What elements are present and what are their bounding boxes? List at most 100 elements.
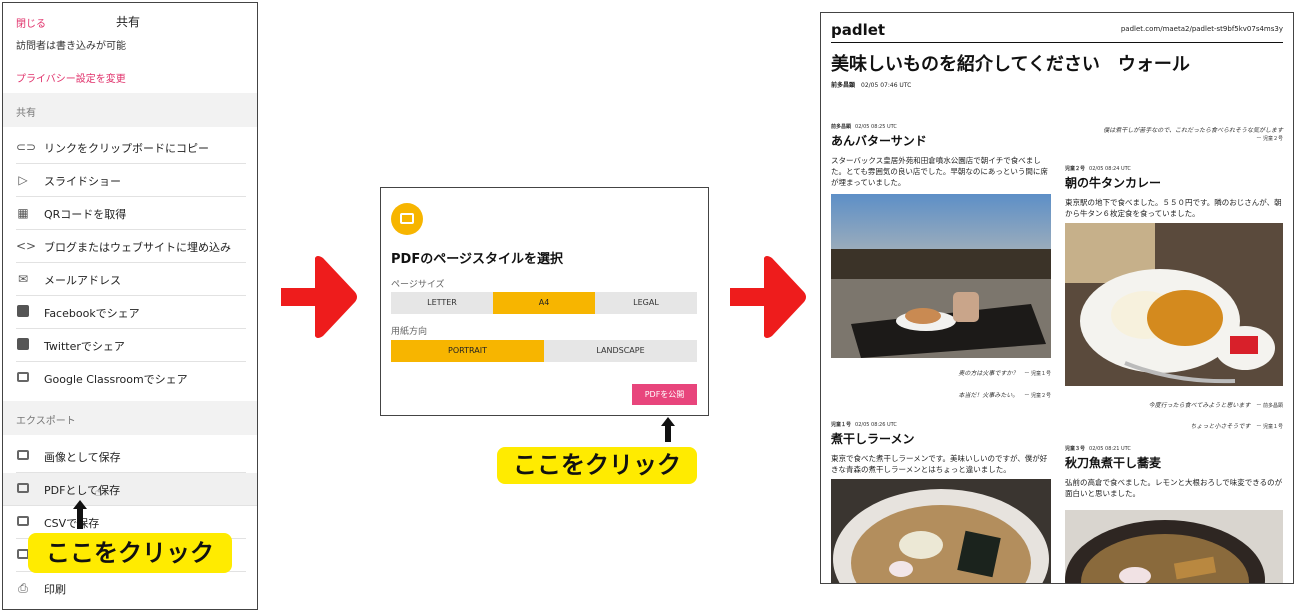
page-size-a4[interactable]: A4	[493, 292, 595, 314]
share-item-embed[interactable]: <> ブログまたはウェブサイトに埋め込み	[16, 230, 246, 263]
share-item-twitter[interactable]: Twitterでシェア	[16, 329, 246, 362]
export-item-label: PDFとして保存	[44, 484, 121, 497]
post-card: 前多昌顕 02/05 08:25 UTC あんバターサンド スターバックス皇居外苑…	[831, 123, 1051, 188]
share-item-label: スライドショー	[44, 175, 121, 188]
orientation-portrait[interactable]: PORTRAIT	[391, 340, 544, 362]
visitor-permission-text: 訪問者は書き込みが可能	[16, 41, 126, 52]
orientation-label: 用紙方向	[391, 327, 428, 337]
post-comment: 奥の方は火事ですか？ ー 児童１号	[958, 368, 1051, 377]
post-photo	[831, 479, 1051, 583]
wall-author: 前多昌顕	[831, 82, 856, 89]
comment-text: ちょっと小さそうです	[1190, 423, 1251, 430]
wall-meta: 前多昌顕 02/05 07:46 UTC	[831, 80, 911, 89]
post-body: 東京駅の地下で食べました。５５０円です。隣のおじさんが、朝から牛タン６枚定食を食…	[1065, 198, 1282, 218]
share-header: 閉じる 共有	[3, 3, 257, 41]
share-panel: 閉じる 共有 訪問者は書き込みが可能 プライバシー設定を変更 共有 ⊂⊃ リンク…	[2, 2, 258, 610]
post-title: 煮干しラーメン	[831, 432, 915, 446]
share-item-label: ブログまたはウェブサイトに埋め込み	[44, 241, 231, 254]
padlet-logo: padlet	[831, 21, 886, 39]
page-size-letter[interactable]: LETTER	[391, 292, 493, 314]
publish-pdf-button[interactable]: PDFを公開	[632, 384, 697, 405]
share-item-qr-code[interactable]: ▦ QRコードを取得	[16, 197, 246, 230]
callout-left-arrow-stem	[77, 509, 83, 529]
close-button[interactable]: 閉じる	[16, 15, 46, 30]
play-icon: ▷	[18, 173, 28, 187]
pdf-style-dialog: PDFのページスタイルを選択 ページサイズ LETTER A4 LEGAL 用紙…	[380, 187, 709, 416]
csv-export-icon	[16, 515, 30, 529]
page-size-selector: LETTER A4 LEGAL	[391, 292, 697, 314]
export-item-label: CSVで保存	[44, 517, 100, 530]
curry-photo	[1065, 223, 1283, 386]
post-photo	[831, 194, 1051, 358]
print-icon: ⎙	[18, 581, 28, 595]
post-time: 02/05 08:26 UTC	[855, 422, 897, 428]
comment-author: ー 児童１号	[1024, 371, 1051, 377]
soba-photo	[1065, 510, 1283, 583]
comment-text: 本当だ！火事みたい。	[958, 392, 1019, 399]
share-item-facebook[interactable]: Facebookでシェア	[16, 296, 246, 329]
share-item-google-classroom[interactable]: Google Classroomでシェア	[16, 362, 246, 394]
pdf-export-icon	[16, 482, 30, 496]
export-section-label: エクスポート	[16, 416, 76, 427]
share-item-label: QRコードを取得	[44, 208, 127, 221]
orientation-landscape[interactable]: LANDSCAPE	[544, 340, 697, 362]
post-comment: 本当だ！火事みたい。ー 児童２号	[958, 390, 1051, 399]
export-section-header: エクスポート	[3, 401, 257, 435]
callout-middle-arrow-icon	[661, 417, 675, 426]
post-title: 朝の牛タンカレー	[1065, 176, 1162, 190]
link-icon: ⊂⊃	[16, 140, 37, 154]
post-body: 東京で食べた煮干しラーメンです。美味いしいのですが、僕が好きな青森の煮干しラーメ…	[831, 454, 1048, 474]
post-time: 02/05 08:24 UTC	[1089, 166, 1131, 172]
export-item-pdf[interactable]: PDFとして保存 ☝	[3, 473, 257, 506]
dialog-title: PDFのページスタイルを選択	[391, 252, 563, 267]
callout-middle-arrow-stem	[665, 426, 671, 442]
page-size-label: ページサイズ	[391, 280, 445, 290]
comment-text: 奥の方は火事ですか？	[958, 370, 1019, 377]
post-time: 02/05 08:25 UTC	[855, 124, 897, 130]
comment-author: ー 児童２号	[1024, 393, 1051, 399]
ramen-photo	[831, 479, 1051, 583]
header-divider	[831, 42, 1283, 43]
post-title: あんバターサンド	[831, 134, 927, 148]
callout-left: ここをクリック	[28, 533, 232, 573]
red-arrow-icon	[730, 256, 806, 338]
comment-text: 今度行ったら食べてみようと思います	[1148, 402, 1251, 409]
comment-author: ー 前多昌顕	[1256, 403, 1283, 409]
page-size-legal[interactable]: LEGAL	[595, 292, 697, 314]
post-meta: 児童１号 02/05 08:26 UTC	[831, 421, 1051, 428]
post-photo	[1065, 223, 1283, 386]
share-title: 共有	[116, 15, 141, 29]
post-photo	[1065, 510, 1283, 583]
export-item-print[interactable]: ⎙ 印刷	[16, 572, 246, 604]
share-item-label: リンクをクリップボードにコピー	[44, 142, 209, 155]
post-time: 02/05 08:21 UTC	[1089, 446, 1131, 452]
privacy-settings-link[interactable]: プライバシー設定を変更	[16, 70, 257, 85]
share-section-label: 共有	[16, 108, 36, 119]
post-comment: ちょっと小さそうですー 児童１号	[1190, 421, 1283, 430]
export-item-image[interactable]: 画像として保存	[16, 440, 246, 473]
post-author: 児童１号	[831, 422, 852, 428]
image-export-icon	[16, 449, 30, 463]
comment-author: ー 児童１号	[1256, 424, 1283, 430]
post-body: 弘前の高倉で食べました。レモンと大根おろしで味変できるのが面白いと思いました。	[1065, 478, 1283, 498]
post-comment: 僕は煮干しが苦手なので、これだったら食べられそうな気がします	[1103, 125, 1283, 134]
post-meta: 前多昌顕 02/05 08:25 UTC	[831, 123, 1051, 130]
callout-left-arrow-icon	[73, 500, 87, 509]
export-item-label: 画像として保存	[44, 451, 121, 464]
orientation-selector: PORTRAIT LANDSCAPE	[391, 340, 697, 362]
share-item-email[interactable]: ✉ メールアドレス	[16, 263, 246, 296]
share-item-slideshow[interactable]: ▷ スライドショー	[16, 164, 246, 197]
post-title: 秋刀魚煮干し蕎麦	[1065, 456, 1162, 470]
padlet-url: padlet.com/maeta2/padlet-st9bf5kv07s4ms3…	[1120, 25, 1283, 33]
share-section-header: 共有	[3, 93, 257, 127]
post-comment-author-row: ー 児童２号	[1250, 135, 1283, 142]
hand-cursor-icon: ☝	[95, 485, 103, 499]
post-meta: 児童２号 02/05 08:24 UTC	[1065, 165, 1283, 172]
post-author: 児童２号	[1065, 166, 1086, 172]
pdf-preview: padlet padlet.com/maeta2/padlet-st9bf5kv…	[820, 12, 1294, 584]
twitter-icon	[16, 338, 30, 352]
share-item-label: Google Classroomでシェア	[44, 373, 188, 386]
share-item-copy-link[interactable]: ⊂⊃ リンクをクリップボードにコピー	[16, 131, 246, 164]
wall-title: 美味しいものを紹介してください ウォール	[831, 54, 1190, 75]
share-item-label: Twitterでシェア	[44, 340, 125, 353]
